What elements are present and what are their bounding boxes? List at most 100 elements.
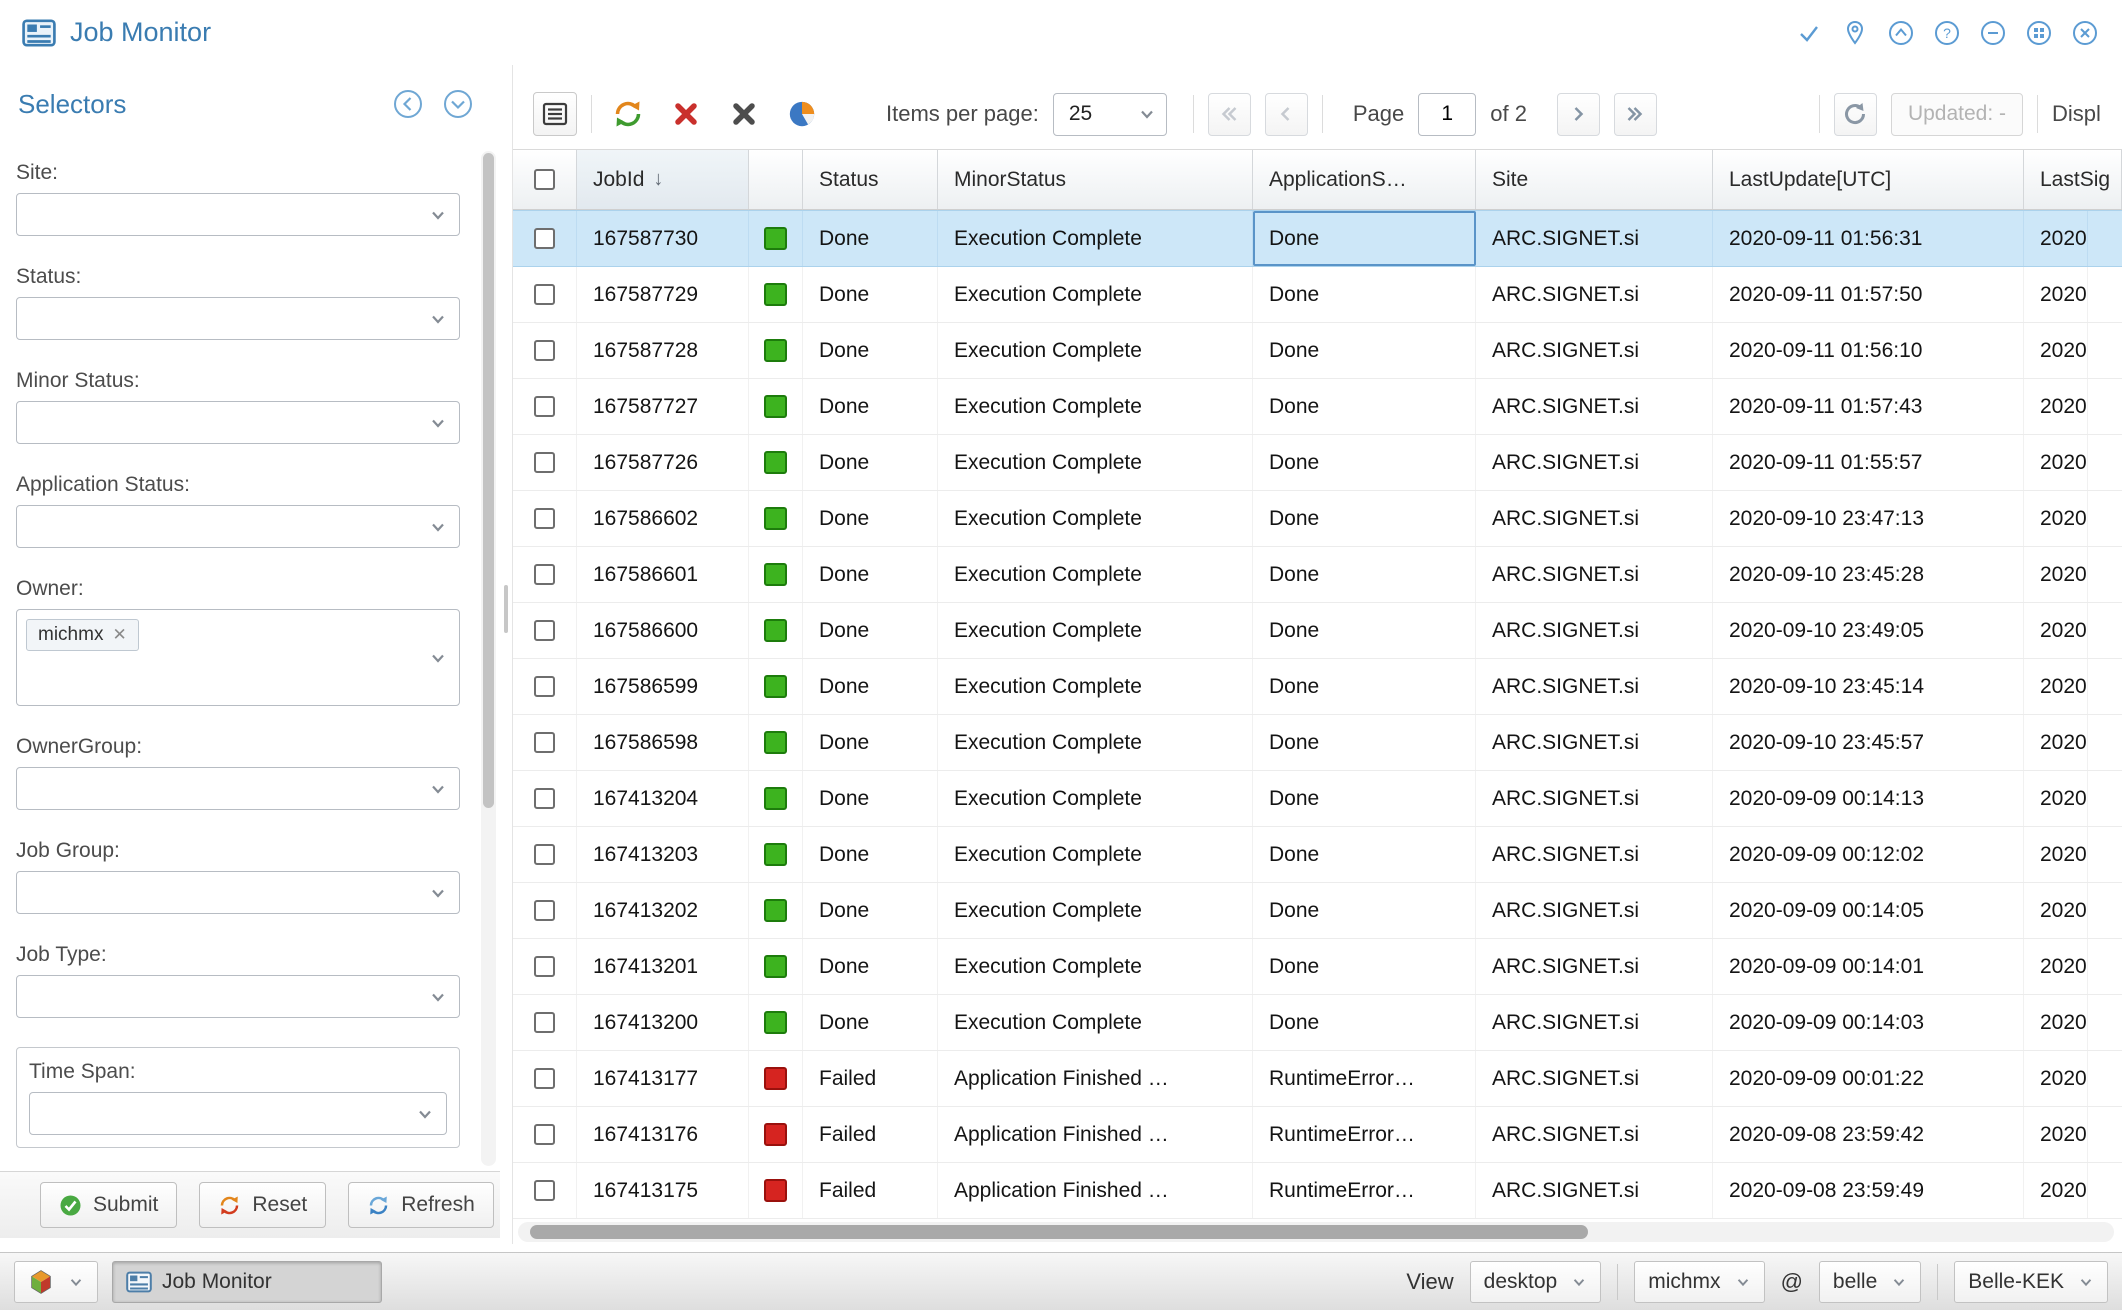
start-menu-button[interactable] <box>14 1261 98 1303</box>
row-checkbox[interactable] <box>534 284 555 305</box>
columns-menu-button[interactable] <box>533 92 577 136</box>
checkmark-icon[interactable] <box>1794 18 1824 48</box>
table-row[interactable]: 167413200DoneExecution CompleteDoneARC.S… <box>513 995 2122 1051</box>
column-header-lastsig[interactable]: LastSig <box>2024 150 2122 209</box>
column-header-applicationstatus[interactable]: ApplicationS… <box>1253 150 1476 209</box>
grid-horizontal-scrollbar[interactable] <box>518 1222 2114 1242</box>
row-checkbox[interactable] <box>534 844 555 865</box>
status-square-icon <box>749 267 803 322</box>
column-header-lastupdate[interactable]: LastUpdate[UTC] <box>1713 150 2024 209</box>
taskbar-app-button[interactable]: Job Monitor <box>112 1261 382 1303</box>
table-row[interactable]: 167413176FailedApplication Finished …Run… <box>513 1107 2122 1163</box>
statistics-pie-button[interactable] <box>780 92 824 136</box>
cell-status: Done <box>803 715 938 770</box>
row-checkbox[interactable] <box>534 956 555 977</box>
row-checkbox[interactable] <box>534 396 555 417</box>
job-group-select[interactable] <box>16 871 460 914</box>
close-icon[interactable] <box>2070 18 2100 48</box>
minimize-icon[interactable] <box>1978 18 2008 48</box>
row-checkbox[interactable] <box>534 564 555 585</box>
row-checkbox[interactable] <box>534 1068 555 1089</box>
owner-tag[interactable]: michmx✕ <box>26 619 139 651</box>
table-row[interactable]: 167413204DoneExecution CompleteDoneARC.S… <box>513 771 2122 827</box>
ownergroup-select[interactable] <box>16 767 460 810</box>
reset-button[interactable]: Reset <box>199 1182 326 1228</box>
user-select[interactable]: michmx <box>1634 1261 1764 1303</box>
table-row[interactable]: 167586602DoneExecution CompleteDoneARC.S… <box>513 491 2122 547</box>
time-span-select[interactable] <box>29 1092 447 1135</box>
table-row[interactable]: 167413177FailedApplication Finished …Run… <box>513 1051 2122 1107</box>
updated-button[interactable]: Updated: - <box>1891 93 2023 136</box>
table-row[interactable]: 167413201DoneExecution CompleteDoneARC.S… <box>513 939 2122 995</box>
row-checkbox[interactable] <box>534 620 555 641</box>
row-checkbox[interactable] <box>534 1180 555 1201</box>
column-header-minorstatus[interactable]: MinorStatus <box>938 150 1253 209</box>
row-checkbox[interactable] <box>534 1124 555 1145</box>
table-row[interactable]: 167587727DoneExecution CompleteDoneARC.S… <box>513 379 2122 435</box>
collapse-panel-button[interactable] <box>392 88 424 120</box>
help-icon[interactable]: ? <box>1932 18 1962 48</box>
setup-value: Belle-KEK <box>1968 1270 2064 1294</box>
row-checkbox[interactable] <box>534 900 555 921</box>
select-all-header[interactable] <box>513 150 577 209</box>
kill-job-button[interactable] <box>664 92 708 136</box>
reload-grid-button[interactable] <box>1834 93 1877 136</box>
table-row[interactable]: 167586601DoneExecution CompleteDoneARC.S… <box>513 547 2122 603</box>
last-page-button[interactable] <box>1614 93 1657 136</box>
table-row[interactable]: 167413175FailedApplication Finished …Run… <box>513 1163 2122 1219</box>
panel-scrollbar-thumb[interactable] <box>483 153 494 808</box>
panel-refresh-button[interactable]: Refresh <box>348 1182 494 1228</box>
site-select[interactable] <box>16 193 460 236</box>
row-checkbox[interactable] <box>534 732 555 753</box>
status-select[interactable] <box>16 297 460 340</box>
cell-lastsig: 2020 <box>2024 883 2088 938</box>
column-label: LastSig <box>2040 168 2110 192</box>
table-row[interactable]: 167587728DoneExecution CompleteDoneARC.S… <box>513 323 2122 379</box>
cell-lastupdate: 2020-09-09 00:14:03 <box>1713 995 2024 1050</box>
table-row[interactable]: 167586600DoneExecution CompleteDoneARC.S… <box>513 603 2122 659</box>
table-row[interactable]: 167413203DoneExecution CompleteDoneARC.S… <box>513 827 2122 883</box>
items-per-page-select[interactable]: 25 <box>1053 93 1167 136</box>
setup-select[interactable]: Belle-KEK <box>1954 1261 2108 1303</box>
column-header-jobid[interactable]: JobId ↓ <box>577 150 749 209</box>
minor-status-select[interactable] <box>16 401 460 444</box>
table-row[interactable]: 167586599DoneExecution CompleteDoneARC.S… <box>513 659 2122 715</box>
panel-scrollbar[interactable] <box>481 151 496 1166</box>
delete-job-button[interactable] <box>722 92 766 136</box>
panel-menu-button[interactable] <box>442 88 474 120</box>
select-all-checkbox[interactable] <box>534 169 555 190</box>
owner-select[interactable]: michmx✕ <box>16 609 460 706</box>
column-header-site[interactable]: Site <box>1476 150 1713 209</box>
grid-refresh-button[interactable] <box>606 92 650 136</box>
page-input[interactable] <box>1418 93 1476 136</box>
remove-tag-icon[interactable]: ✕ <box>112 625 126 645</box>
table-row[interactable]: 167587729DoneExecution CompleteDoneARC.S… <box>513 267 2122 323</box>
row-checkbox[interactable] <box>534 676 555 697</box>
group-select[interactable]: belle <box>1819 1261 1921 1303</box>
table-row[interactable]: 167413202DoneExecution CompleteDoneARC.S… <box>513 883 2122 939</box>
next-page-button[interactable] <box>1557 93 1600 136</box>
first-page-button[interactable] <box>1208 93 1251 136</box>
panel-splitter[interactable] <box>500 65 512 1238</box>
submit-button[interactable]: Submit <box>40 1182 177 1228</box>
apps-icon[interactable] <box>2024 18 2054 48</box>
table-row[interactable]: 167587726DoneExecution CompleteDoneARC.S… <box>513 435 2122 491</box>
prev-page-button[interactable] <box>1265 93 1308 136</box>
row-checkbox[interactable] <box>534 340 555 361</box>
collapse-up-icon[interactable] <box>1886 18 1916 48</box>
view-select[interactable]: desktop <box>1470 1261 1602 1303</box>
pin-icon[interactable] <box>1840 18 1870 48</box>
table-row[interactable]: 167587730DoneExecution CompleteDoneARC.S… <box>513 210 2122 267</box>
table-row[interactable]: 167586598DoneExecution CompleteDoneARC.S… <box>513 715 2122 771</box>
row-checkbox[interactable] <box>534 228 555 249</box>
column-header-statusicon[interactable] <box>749 150 803 209</box>
grid-horizontal-scrollbar-thumb[interactable] <box>530 1225 1588 1239</box>
column-header-status[interactable]: Status <box>803 150 938 209</box>
row-checkbox[interactable] <box>534 508 555 529</box>
job-type-select[interactable] <box>16 975 460 1018</box>
row-checkbox[interactable] <box>534 788 555 809</box>
row-checkbox-cell <box>513 659 577 714</box>
application-status-select[interactable] <box>16 505 460 548</box>
row-checkbox[interactable] <box>534 1012 555 1033</box>
row-checkbox[interactable] <box>534 452 555 473</box>
